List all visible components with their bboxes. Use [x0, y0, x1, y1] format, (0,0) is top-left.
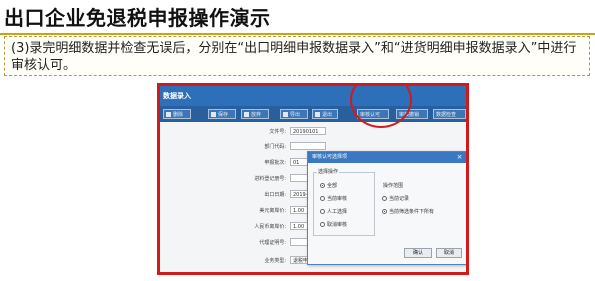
field-label: 代理证明号: — [259, 240, 286, 246]
audit-approve-dialog: 审核认可选择项 × 选择操作 全部 当前审核 人工选择 取消审核 操作范围 当前… — [307, 151, 466, 265]
dialog-title: 审核认可选择项 — [308, 152, 466, 163]
exit-icon — [315, 112, 320, 117]
radio-all[interactable]: 全部 — [320, 182, 337, 189]
field-label: 美元离岸价: — [259, 208, 286, 214]
radio-current-record[interactable]: 当前记录 — [382, 195, 409, 202]
audit-revoke-button[interactable]: 审核撤销 — [396, 109, 428, 119]
field-label: 业务类型: — [264, 258, 286, 264]
radio-all-filtered[interactable]: 当前筛选条件下所有 — [382, 208, 434, 215]
exit-button[interactable]: 退出 — [312, 109, 338, 119]
scope-group-title: 操作范围 — [382, 182, 405, 189]
export-button[interactable]: 导出 — [280, 109, 308, 119]
radio-current-audit[interactable]: 当前审核 — [320, 195, 347, 202]
slide-title: 出口企业免退税申报操作演示 — [4, 6, 271, 30]
field-label: 进料登记册号: — [254, 176, 286, 182]
toolbar: 删除 保存 放弃 导出 退出 审核认可 审核撤销 数据检查 — [160, 106, 466, 122]
close-icon[interactable]: × — [455, 153, 464, 162]
field-label: 部门代码: — [264, 144, 286, 150]
title-divider — [0, 33, 595, 35]
field-label: 文件号: — [269, 129, 286, 135]
export-icon — [283, 112, 288, 117]
field-label: 出口日期: — [264, 192, 286, 198]
trash-icon — [166, 112, 171, 117]
save-button[interactable]: 保存 — [208, 109, 236, 119]
window-title: 数据录入 — [160, 86, 466, 106]
instruction-box: (3)录完明细数据并检查无误后，分别在“出口明细申报数据录入”和“进货明细申报数… — [4, 36, 590, 76]
discard-button[interactable]: 放弃 — [241, 109, 269, 119]
cancel-button[interactable]: 取消 — [436, 248, 462, 258]
confirm-button[interactable]: 确认 — [404, 248, 432, 258]
instruction-text: (3)录完明细数据并检查无误后，分别在“出口明细申报数据录入”和“进货明细申报数… — [11, 41, 577, 73]
doc-number-field[interactable]: 20190101 — [290, 127, 326, 135]
radio-manual-select[interactable]: 人工选择 — [320, 208, 347, 215]
save-icon — [211, 112, 216, 117]
data-check-button[interactable]: 数据检查 — [433, 109, 466, 119]
cancel-icon — [244, 112, 249, 117]
dept-code-field[interactable] — [290, 142, 326, 150]
radio-cancel-audit[interactable]: 取消审核 — [320, 221, 347, 228]
operation-group-title: 选择操作 — [317, 168, 340, 175]
audit-approve-button[interactable]: 审核认可 — [357, 109, 389, 119]
field-label: 申报批次: — [264, 160, 286, 166]
field-label: 人民币离岸价: — [254, 224, 286, 230]
delete-button[interactable]: 删除 — [163, 109, 191, 119]
app-screenshot: 数据录入 删除 保存 放弃 导出 退出 审核认可 审核撤销 数据检查 文件号: … — [157, 83, 469, 275]
